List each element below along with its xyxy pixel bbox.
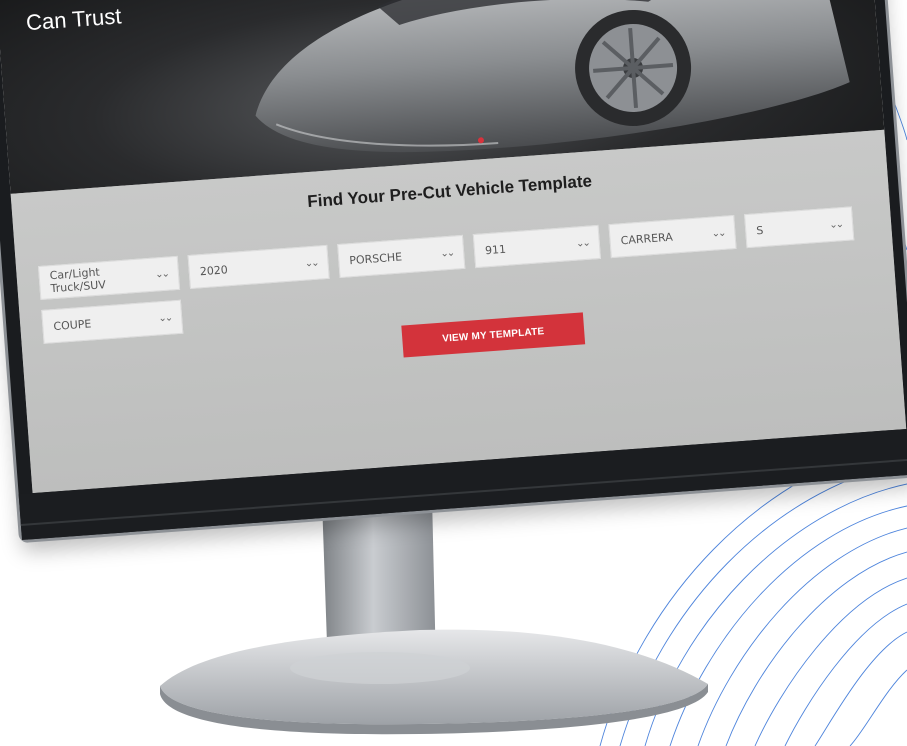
vehicle-type-value: Car/Light Truck/SUV [49, 265, 107, 296]
make-select[interactable]: PORSCHE ⌄⌄ [337, 234, 466, 279]
submodel-select[interactable]: S ⌄⌄ [744, 206, 855, 249]
monitor-screen: Can Trust Find Your Pre-Cut Vehicle Temp… [0, 0, 907, 494]
hero-title: Can Trust [25, 3, 123, 36]
chevron-down-icon: ⌄⌄ [711, 227, 725, 240]
trim-select[interactable]: CARRERA ⌄⌄ [608, 214, 737, 259]
model-value: 911 [484, 242, 507, 257]
submodel-value: S [755, 223, 764, 237]
chevron-down-icon: ⌄⌄ [575, 237, 590, 250]
body-style-value: COUPE [52, 316, 92, 333]
vehicle-type-select[interactable]: Car/Light Truck/SUV ⌄⌄ [37, 255, 181, 301]
monitor: Can Trust Find Your Pre-Cut Vehicle Temp… [0, 0, 907, 540]
body-style-select[interactable]: COUPE ⌄⌄ [41, 299, 184, 344]
chevron-down-icon: ⌄⌄ [439, 247, 454, 260]
make-value: PORSCHE [348, 249, 403, 267]
chevron-down-icon: ⌄⌄ [157, 311, 172, 324]
chevron-down-icon: ⌄⌄ [828, 218, 843, 231]
view-template-button[interactable]: VIEW MY TEMPLATE [401, 312, 586, 358]
trim-value: CARRERA [620, 230, 674, 247]
chevron-down-icon: ⌄⌄ [154, 268, 169, 281]
year-value: 2020 [199, 262, 229, 278]
year-select[interactable]: 2020 ⌄⌄ [187, 244, 330, 290]
chevron-down-icon: ⌄⌄ [304, 257, 318, 270]
model-select[interactable]: 911 ⌄⌄ [472, 224, 601, 269]
